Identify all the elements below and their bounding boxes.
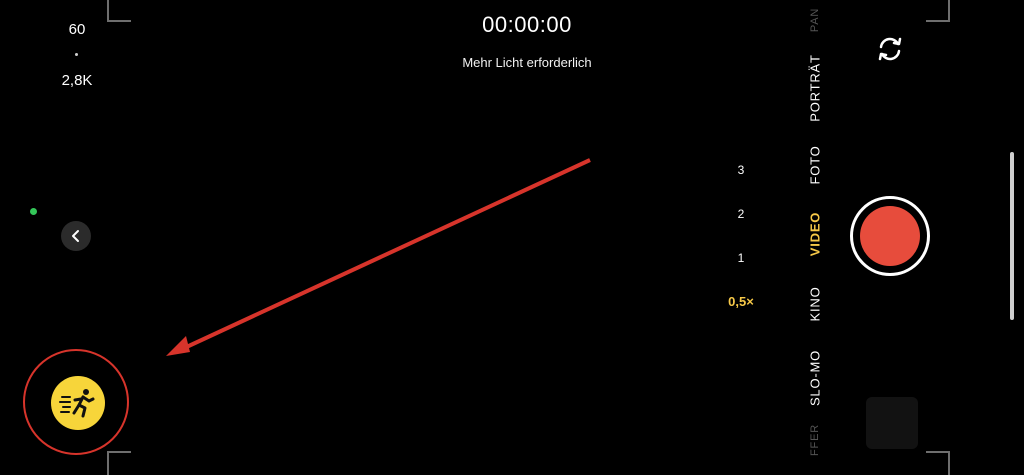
zoom-scroll-indicator bbox=[1010, 152, 1014, 320]
zoom-2x-button[interactable]: 2 bbox=[721, 207, 761, 221]
mode-timelapse[interactable]: FFER bbox=[809, 424, 821, 456]
mode-portrait[interactable]: PORTRÄT bbox=[808, 54, 823, 121]
last-media-thumbnail[interactable] bbox=[866, 397, 918, 449]
flip-camera-button[interactable] bbox=[874, 33, 906, 65]
mode-photo[interactable]: FOTO bbox=[808, 145, 823, 184]
record-button[interactable] bbox=[850, 196, 930, 276]
mode-pano[interactable]: PAN bbox=[809, 8, 821, 32]
record-button-fill bbox=[860, 206, 920, 266]
zoom-0-5x-button[interactable]: 0,5× bbox=[721, 294, 761, 309]
mode-slo-mo[interactable]: SLO-MO bbox=[808, 350, 823, 406]
mode-cinematic[interactable]: KINO bbox=[808, 287, 823, 322]
zoom-3x-button[interactable]: 3 bbox=[721, 163, 761, 177]
camera-flip-icon bbox=[878, 37, 902, 61]
mode-video[interactable]: VIDEO bbox=[808, 212, 823, 256]
zoom-1x-button[interactable]: 1 bbox=[721, 251, 761, 265]
